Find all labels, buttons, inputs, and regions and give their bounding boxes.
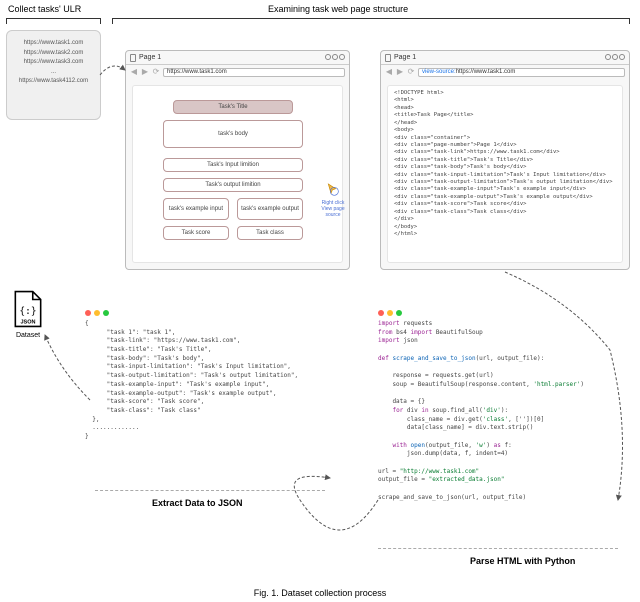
tab-title: Page 1 <box>394 54 416 61</box>
url-item: ... <box>11 68 96 78</box>
dot-green-icon <box>103 310 109 316</box>
json-code-window: { "task 1": "task 1", "task-link": "http… <box>85 310 335 442</box>
parse-label: Parse HTML with Python <box>470 556 575 566</box>
reload-icon: ⟳ <box>152 68 160 76</box>
svg-text:{:}: {:} <box>19 306 36 317</box>
python-code: import requests from bs4 import Beautifu… <box>378 320 628 502</box>
chip-score: Task score <box>163 226 229 240</box>
back-icon: ◀ <box>385 68 393 76</box>
chip-ex-out: task's example output <box>237 198 303 220</box>
dot-red-icon <box>378 310 384 316</box>
json-code: { "task 1": "task 1", "task-link": "http… <box>85 320 335 442</box>
chip-body: task's body <box>163 120 303 148</box>
right-click-badge: Right click View page source <box>316 182 350 218</box>
chip-ex-in: task's example input <box>163 198 229 220</box>
chip-input-lim: Task's Input limition <box>163 158 303 172</box>
cursor-click-icon <box>325 182 341 198</box>
back-icon: ◀ <box>130 68 138 76</box>
url-item: https://www.task1.com <box>11 39 96 49</box>
dot-yellow-icon <box>94 310 100 316</box>
browser-rendered: Page 1 ◀ ▶ ⟳ https://www.task1.com Task'… <box>125 50 350 270</box>
window-max-icon <box>332 54 338 60</box>
address-bar[interactable]: https://www.task1.com <box>163 68 345 77</box>
chip-class: Task class <box>237 226 303 240</box>
window-min-icon <box>605 54 611 60</box>
window-close-icon <box>339 54 345 60</box>
page-icon <box>385 54 391 62</box>
url-item: https://www.task2.com <box>11 49 96 59</box>
examine-label: Examining task web page structure <box>268 4 408 14</box>
html-source: <!DOCTYPE html> <html> <head> <title>Tas… <box>394 90 616 238</box>
url-item: https://www.task3.com <box>11 58 96 68</box>
window-min-icon <box>325 54 331 60</box>
reload-icon: ⟳ <box>407 68 415 76</box>
dot-red-icon <box>85 310 91 316</box>
address-bar[interactable]: view-source:https://www.task1.com <box>418 68 625 77</box>
window-max-icon <box>612 54 618 60</box>
extract-label: Extract Data to JSON <box>152 498 243 508</box>
page-icon <box>130 54 136 62</box>
dot-yellow-icon <box>387 310 393 316</box>
json-file-icon: {:}JSON Dataset <box>8 290 48 339</box>
url-list-box: https://www.task1.com https://www.task2.… <box>6 30 101 120</box>
window-close-icon <box>619 54 625 60</box>
forward-icon: ▶ <box>141 68 149 76</box>
url-item: https://www.task4112.com <box>11 77 96 87</box>
collect-label: Collect tasks' ULR <box>8 4 81 14</box>
dot-green-icon <box>396 310 402 316</box>
python-code-window: import requests from bs4 import Beautifu… <box>378 310 628 502</box>
figure-caption: Fig. 1. Dataset collection process <box>0 588 640 598</box>
forward-icon: ▶ <box>396 68 404 76</box>
chip-title: Task's Title <box>173 100 293 114</box>
svg-text:JSON: JSON <box>20 319 35 325</box>
browser-source: Page 1 ◀ ▶ ⟳ view-source:https://www.tas… <box>380 50 630 270</box>
chip-output-lim: Task's output limition <box>163 178 303 192</box>
tab-title: Page 1 <box>139 54 161 61</box>
